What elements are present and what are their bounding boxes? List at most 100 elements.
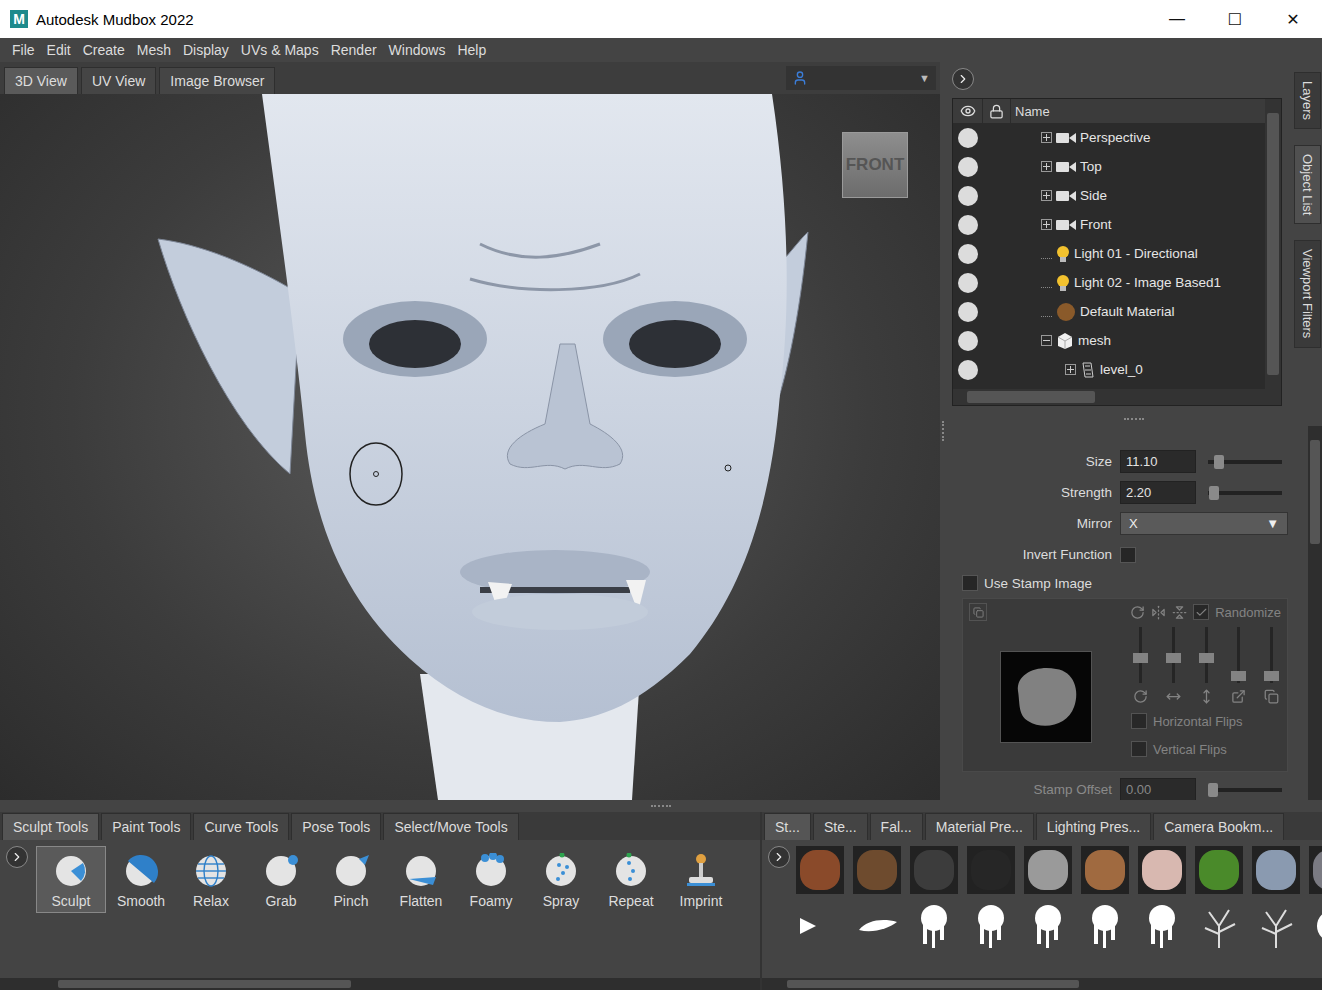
visibility-toggle[interactable] [958, 244, 978, 264]
side-tab[interactable]: Layers [1294, 72, 1321, 129]
slider-knob[interactable] [1264, 671, 1279, 681]
object-row[interactable]: Front [953, 210, 1265, 239]
brush-thumbnail[interactable] [1081, 902, 1129, 950]
stamp-thumbnail[interactable] [967, 846, 1015, 894]
property-slider[interactable] [1208, 788, 1282, 792]
library-tab[interactable]: Material Pre... [925, 813, 1034, 840]
menu-item[interactable]: Display [177, 42, 235, 58]
stamp-thumbnail[interactable] [910, 846, 958, 894]
library-tab[interactable]: Camera Bookm... [1153, 813, 1284, 840]
slider-knob[interactable] [1199, 653, 1214, 663]
library-tab[interactable]: Fal... [870, 813, 923, 840]
brush-thumbnail[interactable] [1024, 902, 1072, 950]
tool-button[interactable]: Flatten [386, 846, 456, 913]
property-dropdown[interactable]: X▼ [1120, 512, 1288, 535]
stamp-thumbnail[interactable] [1195, 846, 1243, 894]
brush-thumbnail[interactable] [1138, 902, 1186, 950]
expand-toggle[interactable] [1041, 132, 1052, 143]
view-cube[interactable]: FRONT [842, 132, 908, 198]
tool-button[interactable]: Sculpt [36, 846, 106, 913]
menu-item[interactable]: Help [451, 42, 492, 58]
library-menu-button[interactable] [768, 846, 790, 868]
brush-thumbnail[interactable] [796, 902, 844, 950]
tool-button[interactable]: Foamy [456, 846, 526, 913]
property-value[interactable]: 11.10 [1120, 450, 1196, 473]
menu-item[interactable]: Mesh [131, 42, 177, 58]
stamp-slider[interactable] [1270, 627, 1273, 683]
flip-vertical-icon[interactable] [1172, 605, 1187, 620]
panel-splitter[interactable] [940, 62, 946, 800]
property-checkbox[interactable] [1120, 547, 1136, 563]
side-tab[interactable]: Viewport Filters [1294, 240, 1321, 347]
window-control-button[interactable]: — [1148, 0, 1206, 38]
flip-horizontal-icon[interactable] [1151, 605, 1166, 620]
properties-scrollbar[interactable] [1308, 426, 1322, 800]
visibility-toggle[interactable] [958, 157, 978, 177]
menu-item[interactable]: UVs & Maps [235, 42, 325, 58]
visibility-toggle[interactable] [958, 302, 978, 322]
expand-toggle[interactable] [1065, 364, 1076, 375]
visibility-toggle[interactable] [958, 186, 978, 206]
use-stamp-checkbox[interactable] [962, 575, 978, 591]
expand-toggle[interactable] [1041, 335, 1052, 346]
window-control-button[interactable]: ☐ [1206, 0, 1264, 38]
slider-knob[interactable] [1166, 653, 1181, 663]
object-row[interactable]: level_0 [953, 355, 1265, 384]
brush-thumbnail[interactable] [967, 902, 1015, 950]
slider-knob[interactable] [1209, 486, 1219, 500]
object-row[interactable]: Perspective [953, 123, 1265, 152]
stamp-slider[interactable] [1205, 627, 1208, 683]
library-tab[interactable]: Ste... [813, 813, 868, 840]
menu-item[interactable]: File [6, 42, 41, 58]
stamp-thumbnail[interactable] [1309, 846, 1322, 894]
section-divider[interactable] [946, 412, 1322, 426]
brush-thumbnail[interactable] [1195, 902, 1243, 950]
camera-dropdown[interactable]: ▼ [786, 66, 936, 90]
object-row[interactable]: Top [953, 152, 1265, 181]
menu-item[interactable]: Create [77, 42, 131, 58]
rotate-icon[interactable] [1130, 605, 1145, 620]
flip-checkbox[interactable] [1131, 713, 1147, 729]
tool-button[interactable]: Pinch [316, 846, 386, 913]
stamp-slider[interactable] [1139, 627, 1142, 683]
tool-button[interactable]: Smooth [106, 846, 176, 913]
window-control-button[interactable]: ✕ [1264, 0, 1322, 38]
viewport-3d[interactable]: FRONT [0, 94, 940, 800]
property-slider[interactable] [1208, 491, 1282, 495]
property-value[interactable]: 2.20 [1120, 481, 1196, 504]
visibility-toggle[interactable] [958, 331, 978, 351]
visibility-toggle[interactable] [958, 273, 978, 293]
visibility-toggle[interactable] [958, 215, 978, 235]
stamp-thumbnail[interactable] [796, 846, 844, 894]
slider-knob[interactable] [1208, 783, 1218, 797]
tool-button[interactable]: Relax [176, 846, 246, 913]
tool-button[interactable]: Grab [246, 846, 316, 913]
slider-knob[interactable] [1231, 671, 1246, 681]
flip-checkbox[interactable] [1131, 741, 1147, 757]
stamp-menu-button[interactable] [969, 603, 987, 621]
tray-divider[interactable] [0, 800, 1322, 812]
stamp-slider[interactable] [1237, 627, 1240, 683]
library-tab[interactable]: St... [764, 813, 811, 840]
tool-button[interactable]: Imprint [666, 846, 736, 913]
list-vertical-scrollbar[interactable] [1265, 99, 1281, 389]
library-scrollbar[interactable] [762, 978, 1322, 990]
property-slider[interactable] [1208, 460, 1282, 464]
object-row[interactable]: Light 02 - Image Based1 [953, 268, 1265, 297]
list-horizontal-scrollbar[interactable] [953, 389, 1265, 405]
tool-tab[interactable]: Sculpt Tools [2, 813, 99, 840]
stamp-thumbnail[interactable] [853, 846, 901, 894]
view-tab[interactable]: Image Browser [159, 67, 275, 94]
object-row[interactable]: Default Material [953, 297, 1265, 326]
tool-tab[interactable]: Paint Tools [101, 813, 191, 840]
expand-toggle[interactable] [1041, 190, 1052, 201]
stamp-thumbnail[interactable] [1024, 846, 1072, 894]
tools-menu-button[interactable] [6, 846, 28, 868]
brush-thumbnail[interactable] [1309, 902, 1322, 950]
menu-item[interactable]: Render [325, 42, 383, 58]
stamp-thumbnail[interactable] [1138, 846, 1186, 894]
visibility-toggle[interactable] [958, 128, 978, 148]
visibility-toggle[interactable] [958, 360, 978, 380]
stamp-thumbnail[interactable] [1081, 846, 1129, 894]
side-tab[interactable]: Object List [1294, 145, 1321, 224]
